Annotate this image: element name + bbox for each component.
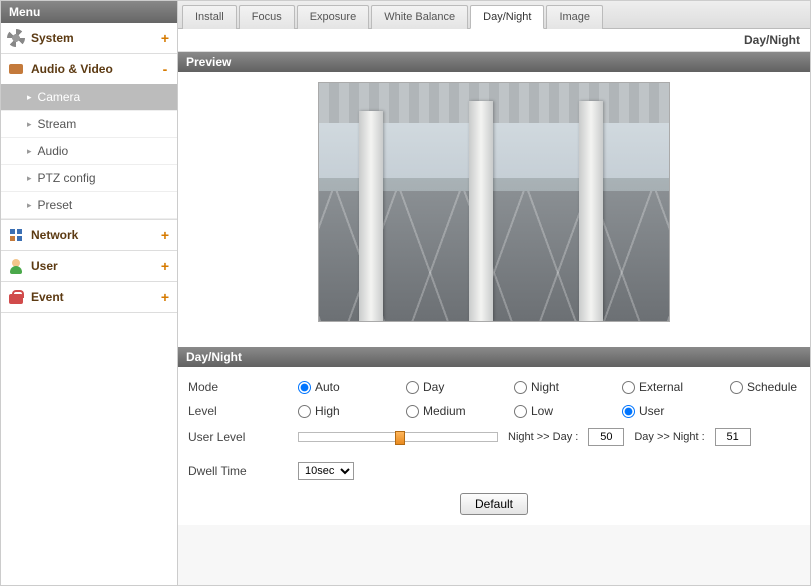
user-icon — [7, 257, 25, 275]
caret-right-icon: ▸ — [27, 92, 32, 103]
mode-radio-day[interactable] — [406, 381, 419, 394]
level-option-high[interactable]: High — [298, 404, 368, 418]
main-panel: Install Focus Exposure White Balance Day… — [178, 0, 811, 586]
daynight-header: Day/Night — [178, 347, 810, 367]
tab-install[interactable]: Install — [182, 5, 237, 29]
collapse-icon: - — [159, 61, 171, 77]
level-radio-group: High Medium Low User — [298, 404, 692, 418]
radio-label: Schedule — [747, 380, 797, 394]
mode-label: Mode — [188, 380, 298, 394]
level-option-user[interactable]: User — [622, 404, 692, 418]
radio-label: External — [639, 380, 683, 394]
caret-right-icon: ▸ — [27, 146, 32, 157]
sidebar-item-label: PTZ config — [38, 171, 96, 185]
event-icon — [7, 288, 25, 306]
mode-radio-group: Auto Day Night External — [298, 380, 800, 394]
daynight-form: Mode Auto Day Night — [178, 367, 810, 525]
mode-radio-external[interactable] — [622, 381, 635, 394]
page-title: Day/Night — [178, 29, 810, 52]
tab-exposure[interactable]: Exposure — [297, 5, 369, 29]
expand-icon: + — [159, 30, 171, 46]
tab-white-balance[interactable]: White Balance — [371, 5, 468, 29]
radio-label: Medium — [423, 404, 466, 418]
sidebar-subitem-audio[interactable]: ▸ Audio — [1, 138, 177, 165]
sidebar-item-label: System — [31, 31, 159, 45]
radio-label: Night — [531, 380, 559, 394]
level-option-low[interactable]: Low — [514, 404, 584, 418]
mode-option-day[interactable]: Day — [406, 380, 476, 394]
slider-thumb[interactable] — [395, 431, 405, 445]
mode-radio-night[interactable] — [514, 381, 527, 394]
level-radio-high[interactable] — [298, 405, 311, 418]
caret-right-icon: ▸ — [27, 119, 32, 130]
radio-label: Day — [423, 380, 444, 394]
level-radio-user[interactable] — [622, 405, 635, 418]
tab-bar: Install Focus Exposure White Balance Day… — [178, 1, 810, 29]
network-icon — [7, 226, 25, 244]
menu-title: Menu — [1, 1, 177, 23]
sidebar-item-label: Audio & Video — [31, 62, 159, 76]
sidebar-item-label: Preset — [38, 198, 73, 212]
mode-option-schedule[interactable]: Schedule — [730, 380, 800, 394]
day-to-night-label: Day >> Night : — [634, 431, 704, 443]
day-to-night-input[interactable] — [715, 428, 751, 446]
sidebar-subitem-ptz-config[interactable]: ▸ PTZ config — [1, 165, 177, 192]
camera-preview — [318, 82, 670, 322]
night-to-day-label: Night >> Day : — [508, 431, 578, 443]
expand-icon: + — [159, 289, 171, 305]
mode-option-auto[interactable]: Auto — [298, 380, 368, 394]
sidebar-item-system[interactable]: System + — [1, 23, 177, 53]
sidebar-item-label: Audio — [38, 144, 69, 158]
sidebar-item-label: Event — [31, 290, 159, 304]
level-radio-low[interactable] — [514, 405, 527, 418]
level-option-medium[interactable]: Medium — [406, 404, 476, 418]
dwell-label: Dwell Time — [188, 464, 298, 478]
sidebar-item-label: Network — [31, 228, 159, 242]
sidebar-item-audio-video[interactable]: Audio & Video - — [1, 54, 177, 84]
level-radio-medium[interactable] — [406, 405, 419, 418]
mode-radio-schedule[interactable] — [730, 381, 743, 394]
expand-icon: + — [159, 258, 171, 274]
caret-right-icon: ▸ — [27, 173, 32, 184]
caret-right-icon: ▸ — [27, 200, 32, 211]
sidebar-subitem-preset[interactable]: ▸ Preset — [1, 192, 177, 219]
mode-option-night[interactable]: Night — [514, 380, 584, 394]
sidebar-item-event[interactable]: Event + — [1, 282, 177, 312]
tab-focus[interactable]: Focus — [239, 5, 295, 29]
sidebar-item-user[interactable]: User + — [1, 251, 177, 281]
sidebar-item-label: Camera — [38, 90, 81, 104]
tab-day-night[interactable]: Day/Night — [470, 5, 544, 29]
userlevel-label: User Level — [188, 430, 298, 444]
gear-icon — [7, 29, 25, 47]
sidebar-item-label: Stream — [38, 117, 77, 131]
mode-option-external[interactable]: External — [622, 380, 692, 394]
radio-label: High — [315, 404, 340, 418]
dwell-time-select[interactable]: 10sec — [298, 462, 354, 480]
sidebar-subitem-stream[interactable]: ▸ Stream — [1, 111, 177, 138]
radio-label: Auto — [315, 380, 340, 394]
default-button[interactable]: Default — [460, 493, 528, 515]
tab-image[interactable]: Image — [546, 5, 603, 29]
sidebar-item-label: User — [31, 259, 159, 273]
night-to-day-input[interactable] — [588, 428, 624, 446]
camera-icon — [7, 60, 25, 78]
radio-label: Low — [531, 404, 553, 418]
userlevel-slider[interactable] — [298, 432, 498, 442]
preview-area — [178, 72, 810, 347]
radio-label: User — [639, 404, 664, 418]
level-label: Level — [188, 404, 298, 418]
sidebar-item-network[interactable]: Network + — [1, 220, 177, 250]
sidebar-subitem-camera[interactable]: ▸ Camera — [1, 84, 177, 111]
preview-header: Preview — [178, 52, 810, 72]
sidebar: Menu System + Audio & Video - ▸ Camera ▸ — [0, 0, 178, 586]
mode-radio-auto[interactable] — [298, 381, 311, 394]
expand-icon: + — [159, 227, 171, 243]
